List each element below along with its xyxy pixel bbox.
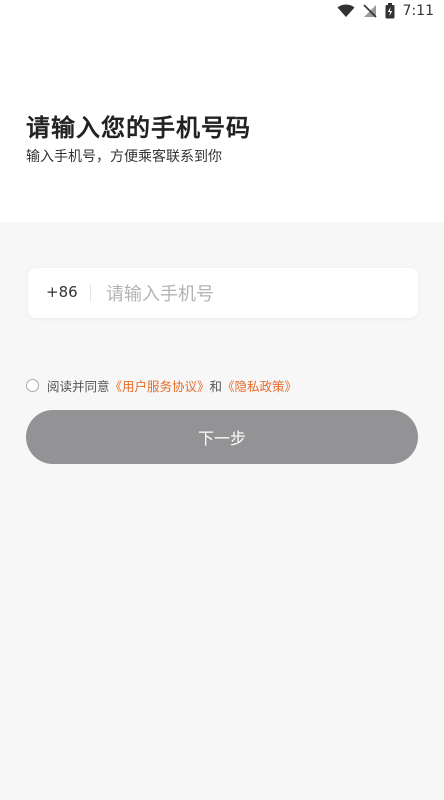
- page-title: 请输入您的手机号码: [26, 114, 251, 142]
- country-code[interactable]: +86: [46, 283, 78, 301]
- phone-input[interactable]: [104, 278, 408, 310]
- battery-charging-icon: [385, 3, 395, 19]
- agreement: 阅读并同意 《用户服务协议》 和 《隐私政策》: [26, 376, 297, 395]
- page-subtitle: 输入手机号，方便乘客联系到你: [26, 149, 222, 165]
- phone-input-box[interactable]: +86: [28, 268, 418, 318]
- privacy-link[interactable]: 《隐私政策》: [222, 376, 297, 395]
- divider: [90, 284, 91, 302]
- status-icons: 7:11: [337, 2, 434, 20]
- agreement-radio[interactable]: [26, 379, 39, 392]
- agreement-prefix: 阅读并同意: [47, 379, 110, 394]
- agreement-and: 和: [209, 379, 223, 394]
- wifi-icon: [337, 4, 355, 18]
- signal-off-icon: [362, 4, 377, 18]
- next-button[interactable]: 下一步: [26, 410, 418, 464]
- status-time: 7:11: [402, 3, 434, 19]
- status-bar: 7:11: [0, 0, 444, 22]
- terms-link[interactable]: 《用户服务协议》: [110, 376, 210, 395]
